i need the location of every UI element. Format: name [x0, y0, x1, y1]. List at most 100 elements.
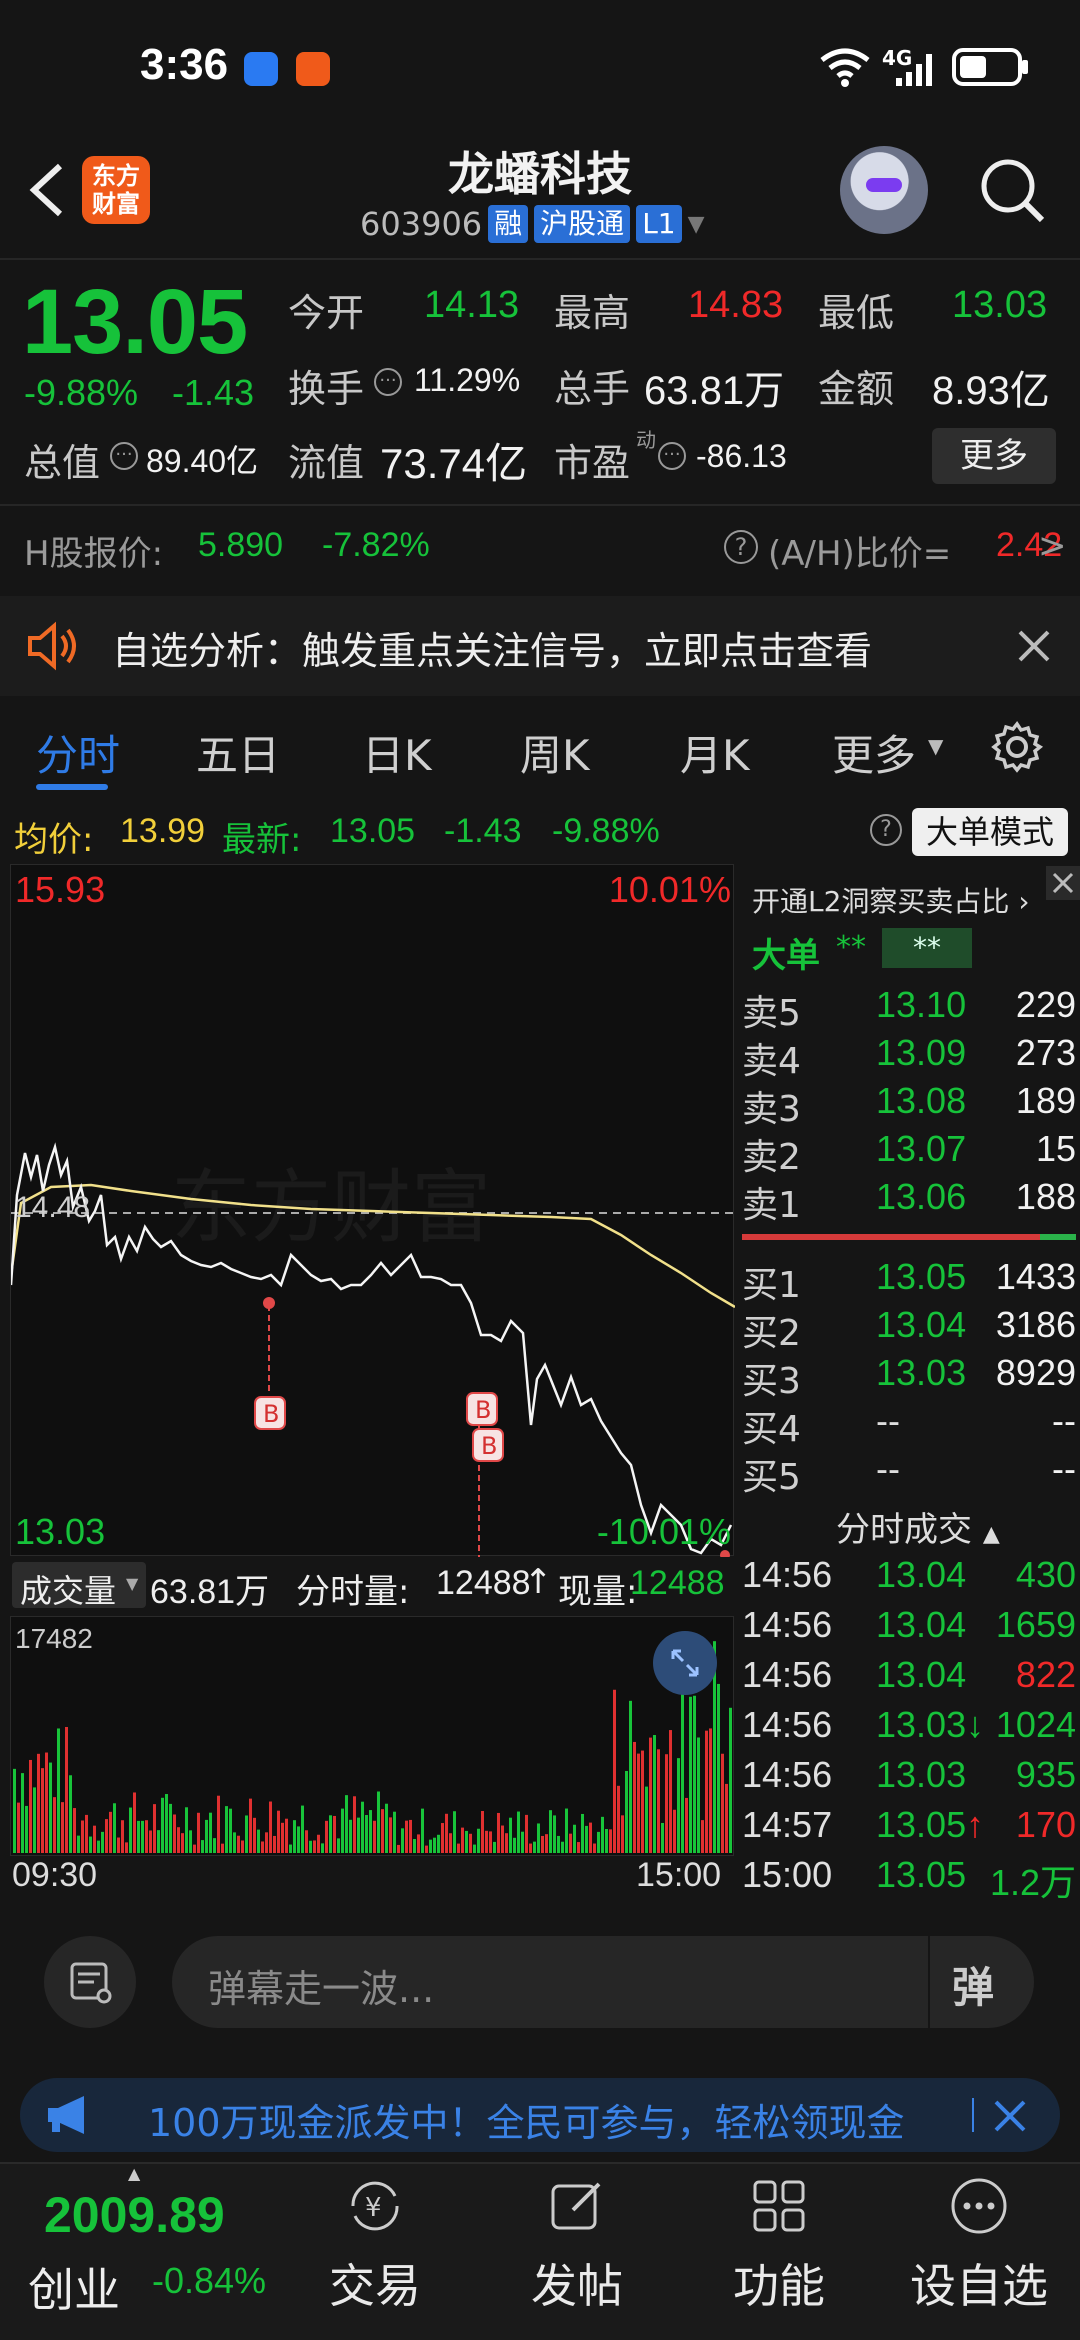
- volume-bar: [53, 1797, 56, 1853]
- volume-bar: [229, 1808, 232, 1853]
- volume-bar: [365, 1815, 368, 1853]
- volume-bar: [137, 1820, 140, 1853]
- tab-five-day[interactable]: 五日: [196, 722, 280, 783]
- volume-chart[interactable]: 17482: [10, 1616, 734, 1856]
- volume-bar: [377, 1791, 380, 1853]
- big-order-mode-button[interactable]: 大单模式: [912, 808, 1068, 856]
- tab-more[interactable]: 更多: [832, 722, 916, 783]
- minute-volume: 12488: [436, 1564, 531, 1602]
- volume-bar: [21, 1773, 24, 1853]
- index-name[interactable]: 创业: [28, 2254, 120, 2320]
- time-axis-start: 09:30: [12, 1856, 98, 1894]
- l2-upsell-link[interactable]: 开通L2洞察买卖占比 ›: [752, 880, 1030, 920]
- nav-post[interactable]: 发帖: [502, 2174, 652, 2316]
- trade-price-value: 13.05: [876, 1804, 967, 1845]
- back-arrow-icon[interactable]: [22, 160, 72, 220]
- trade-volume: 170: [1015, 1804, 1076, 1845]
- tab-daily-k[interactable]: 日K: [362, 722, 432, 783]
- close-icon[interactable]: [992, 2098, 1028, 2134]
- tab-monthly-k[interactable]: 月K: [680, 722, 750, 783]
- high-label: 最高: [554, 291, 631, 335]
- expand-icon[interactable]: [653, 1631, 717, 1695]
- nav-functions[interactable]: 功能: [704, 2174, 854, 2316]
- stock-code-row[interactable]: 603906 融 沪股通 L1 ▼: [360, 202, 705, 246]
- volume-bar: [373, 1820, 376, 1853]
- volume-bar: [605, 1829, 608, 1853]
- nav-functions-label: 功能: [733, 2259, 825, 2313]
- volume-bar: [241, 1840, 244, 1853]
- app-logo-text: 东方财富: [92, 162, 140, 218]
- info-icon[interactable]: ···: [658, 442, 686, 470]
- ask-row-5[interactable]: 卖5 13.10 229: [740, 984, 1076, 1034]
- app-logo[interactable]: 东方财富: [82, 156, 150, 224]
- volume-bar: [185, 1807, 188, 1853]
- low-label: 最低: [818, 291, 895, 335]
- signal-notice-bar[interactable]: 自选分析：触发重点关注信号，立即点击查看: [0, 596, 1080, 696]
- bid-row-3[interactable]: 买3 13.03 8929: [740, 1352, 1076, 1402]
- bid-volume: --: [1052, 1400, 1076, 1441]
- float-value: 73.74亿: [380, 440, 528, 487]
- ask-row-2[interactable]: 卖2 13.07 15: [740, 1128, 1076, 1178]
- connect-badge: 沪股通: [534, 205, 631, 243]
- nav-add-watchlist[interactable]: 设自选: [904, 2174, 1054, 2316]
- search-icon[interactable]: [978, 156, 1048, 226]
- bid-row-1[interactable]: 买1 13.05 1433: [740, 1256, 1076, 1306]
- signal-icon: [896, 54, 932, 86]
- close-icon[interactable]: [1046, 866, 1080, 900]
- help-icon[interactable]: ?: [870, 814, 902, 846]
- bid-row-4[interactable]: 买4 -- --: [740, 1400, 1076, 1450]
- volume-bar: [645, 1786, 648, 1853]
- tab-weekly-k[interactable]: 周K: [520, 722, 590, 783]
- ask-row-3[interactable]: 卖3 13.08 189: [740, 1080, 1076, 1130]
- close-icon[interactable]: [1016, 628, 1052, 664]
- tab-intraday[interactable]: 分时: [36, 722, 120, 783]
- app-notification-icon: [296, 52, 330, 86]
- volume-bar: [45, 1752, 48, 1853]
- last-value: 13.05: [330, 812, 416, 850]
- nav-trade[interactable]: ¥ 交易: [300, 2174, 450, 2316]
- volume-bar: [281, 1822, 284, 1853]
- trades-title[interactable]: 分时成交 ▲: [836, 1502, 1000, 1551]
- volume-bar: [133, 1792, 136, 1853]
- volume-bar: [557, 1835, 560, 1853]
- volume-bar: [697, 1737, 700, 1853]
- bid-volume: 1433: [995, 1256, 1076, 1297]
- chart-bottom-pct: -10.01%: [596, 1511, 731, 1552]
- info-icon[interactable]: ···: [374, 368, 402, 396]
- comment-list-icon[interactable]: [44, 1936, 136, 2028]
- settings-gear-icon[interactable]: [990, 720, 1044, 774]
- buy-marker-label: B: [475, 1396, 491, 1424]
- volume-bar: [701, 1820, 704, 1853]
- volume-bar: [657, 1749, 660, 1853]
- volume-bar: [109, 1811, 112, 1853]
- bid-row-2[interactable]: 买2 13.04 3186: [740, 1304, 1076, 1354]
- intraday-chart[interactable]: 东方财富 B B B 15.93 10.01% 14.48 13.03 -10.…: [10, 864, 735, 1557]
- volume-bar: [621, 1815, 624, 1853]
- volume-bar: [497, 1812, 500, 1853]
- buy-marker-label: B: [481, 1432, 497, 1460]
- clock: 3:36: [140, 40, 229, 89]
- ah-ratio-label[interactable]: (A/H)比价=: [768, 526, 951, 575]
- more-quote-button[interactable]: 更多: [932, 428, 1056, 484]
- index-value[interactable]: 2009.89: [44, 2186, 225, 2244]
- volume-bar: [717, 1683, 720, 1853]
- ask-row-4[interactable]: 卖4 13.09 273: [740, 1032, 1076, 1082]
- help-icon[interactable]: ?: [724, 530, 758, 564]
- promo-banner[interactable]: 100万现金派发中！全民可参与，轻松领现金: [20, 2078, 1060, 2152]
- trade-direction-icon: ↓: [966, 1704, 985, 1745]
- trade-row: 14:57 13.05↑ 170: [740, 1804, 1076, 1854]
- bid-row-5[interactable]: 买5 -- --: [740, 1448, 1076, 1498]
- high-value: 14.83: [688, 284, 784, 326]
- edit-icon: [551, 2182, 601, 2230]
- ask-row-1[interactable]: 卖1 13.06 188: [740, 1176, 1076, 1226]
- danmu-send-button[interactable]: 弹: [952, 1954, 994, 2015]
- volume-bar: [653, 1735, 656, 1853]
- volume-selector[interactable]: 成交量 ▼: [12, 1562, 146, 1610]
- danmu-input[interactable]: 弹幕走一波... 弹: [172, 1936, 1034, 2028]
- volume-bar: [501, 1825, 504, 1853]
- volume-bar: [101, 1831, 104, 1853]
- info-icon[interactable]: ···: [110, 442, 138, 470]
- ah-arrow-icon[interactable]: >: [1038, 526, 1067, 566]
- volume-bar: [213, 1838, 216, 1853]
- volume-bar: [97, 1840, 100, 1853]
